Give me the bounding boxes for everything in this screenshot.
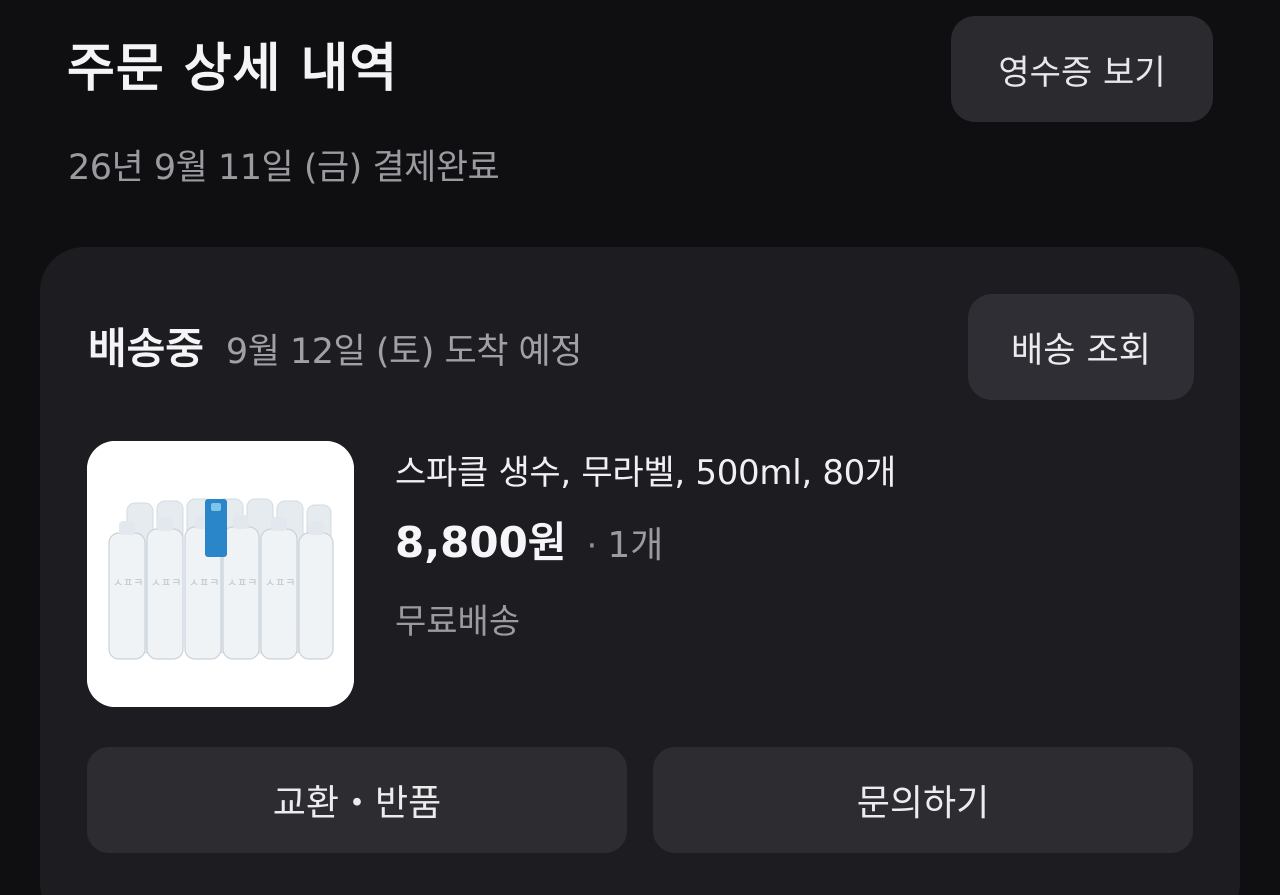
- exchange-return-button[interactable]: 교환・반품: [87, 747, 627, 853]
- product-price: 8,800원: [395, 518, 567, 567]
- page-title: 주문 상세 내역: [67, 39, 399, 99]
- water-bottles-pack-icon: ㅅㅍㅋ ㅅㅍㅋ ㅅㅍㅋ ㅅㅍㅋ ㅅㅍㅋ: [87, 441, 354, 707]
- svg-text:ㅅㅍㅋ: ㅅㅍㅋ: [227, 576, 257, 589]
- product-quantity: 1개: [607, 525, 664, 566]
- shipment-card: 배송중 9월 12일 (토) 도착 예정 배송 조회 ㅅㅍㅋ ㅅㅍㅋ ㅅㅍㅋ ㅅ…: [40, 247, 1240, 895]
- product-info: 스파클 생수, 무라벨, 500ml, 80개 8,800원 · 1개 무료배송: [395, 443, 896, 650]
- shipment-status: 배송중: [88, 324, 204, 373]
- product-name[interactable]: 스파클 생수, 무라벨, 500ml, 80개: [395, 443, 896, 503]
- order-detail-page: 주문 상세 내역 영수증 보기 26년 9월 11일 (금) 결제완료 배송중 …: [0, 0, 1280, 895]
- product-image[interactable]: ㅅㅍㅋ ㅅㅍㅋ ㅅㅍㅋ ㅅㅍㅋ ㅅㅍㅋ: [87, 441, 354, 707]
- delivery-eta: 9월 12일 (토) 도착 예정: [225, 332, 583, 372]
- view-receipt-button[interactable]: 영수증 보기: [951, 16, 1213, 122]
- svg-text:ㅅㅍㅋ: ㅅㅍㅋ: [151, 576, 181, 589]
- order-date-status: 26년 9월 11일 (금) 결제완료: [68, 148, 500, 188]
- svg-text:ㅅㅍㅋ: ㅅㅍㅋ: [113, 576, 143, 589]
- price-separator: ·: [586, 526, 598, 566]
- price-row: 8,800원 · 1개: [395, 513, 896, 576]
- svg-text:ㅅㅍㅋ: ㅅㅍㅋ: [265, 576, 295, 589]
- shipment-status-row: 배송중 9월 12일 (토) 도착 예정: [88, 315, 582, 376]
- svg-text:ㅅㅍㅋ: ㅅㅍㅋ: [189, 576, 219, 589]
- shipping-fee: 무료배송: [395, 602, 521, 642]
- track-delivery-button[interactable]: 배송 조회: [968, 294, 1194, 400]
- inquiry-button[interactable]: 문의하기: [653, 747, 1193, 853]
